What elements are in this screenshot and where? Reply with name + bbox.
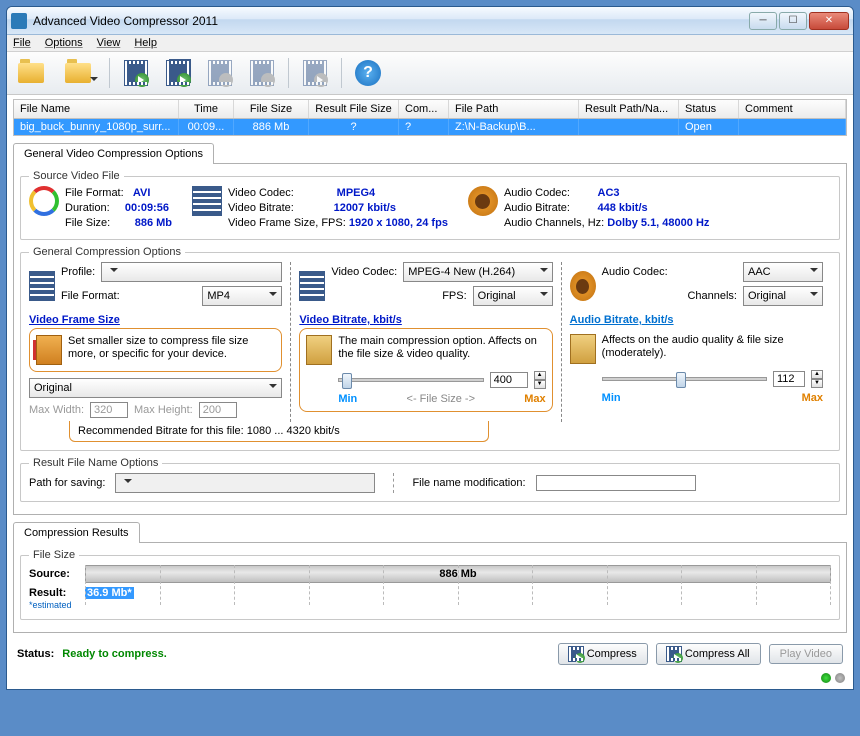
stop-button-tb[interactable] bbox=[244, 56, 280, 90]
channels-combo[interactable]: Original bbox=[743, 286, 823, 306]
audio-bitrate-input[interactable] bbox=[773, 371, 805, 387]
open-folder-button[interactable] bbox=[55, 56, 101, 90]
vbr-down[interactable]: ▼ bbox=[534, 380, 546, 389]
fps-combo[interactable]: Original bbox=[473, 286, 553, 306]
filename-mod-input[interactable] bbox=[536, 475, 696, 491]
app-icon bbox=[11, 13, 27, 29]
col-comment[interactable]: Comment bbox=[739, 100, 846, 118]
status-text: Ready to compress. bbox=[62, 648, 167, 660]
menu-file[interactable]: File bbox=[13, 37, 31, 49]
compress-all-button-tb[interactable] bbox=[160, 56, 196, 90]
col-time[interactable]: Time bbox=[179, 100, 234, 118]
video-bitrate-slider[interactable] bbox=[338, 378, 483, 382]
compress-icon bbox=[306, 335, 332, 365]
pause-button-tb[interactable] bbox=[202, 56, 238, 90]
open-file-button[interactable] bbox=[13, 56, 49, 90]
resize-icon bbox=[36, 335, 62, 365]
abr-down[interactable]: ▼ bbox=[811, 379, 823, 388]
window-title: Advanced Video Compressor 2011 bbox=[33, 14, 749, 28]
filmstrip-icon bbox=[299, 271, 325, 301]
speaker-icon bbox=[468, 186, 498, 216]
menubar: File Options View Help bbox=[7, 35, 853, 52]
audio-bitrate-slider[interactable] bbox=[602, 377, 767, 381]
maximize-button[interactable]: ☐ bbox=[779, 12, 807, 30]
col-resultpath[interactable]: Result Path/Na... bbox=[579, 100, 679, 118]
result-filename-fieldset: Result File Name Options Path for saving… bbox=[20, 457, 840, 502]
video-codec-combo[interactable]: MPEG-4 New (H.264) bbox=[403, 262, 552, 282]
filmstrip-icon bbox=[192, 186, 222, 216]
filesize-fieldset: File Size Source: 886 Mb Result: *estima… bbox=[20, 549, 840, 620]
speaker-icon bbox=[570, 271, 596, 301]
tab-general-options[interactable]: General Video Compression Options bbox=[13, 143, 214, 164]
col-filename[interactable]: File Name bbox=[14, 100, 179, 118]
source-size-bar: 886 Mb bbox=[85, 565, 831, 583]
filmstrip-icon bbox=[29, 271, 55, 301]
vbr-up[interactable]: ▲ bbox=[534, 371, 546, 380]
audio-compress-icon bbox=[570, 334, 596, 364]
frame-size-combo[interactable]: Original bbox=[29, 378, 282, 398]
max-height-input[interactable] bbox=[199, 402, 237, 418]
col-resultsize[interactable]: Result File Size bbox=[309, 100, 399, 118]
tab-compression-results[interactable]: Compression Results bbox=[13, 522, 140, 543]
grid-row[interactable]: big_buck_bunny_1080p_surr... 00:09... 88… bbox=[14, 119, 846, 135]
toolbar: ? bbox=[7, 52, 853, 95]
video-bitrate-input[interactable] bbox=[490, 372, 528, 388]
format-combo[interactable]: MP4 bbox=[202, 286, 282, 306]
compression-options-fieldset: General Compression Options Profile: Fil… bbox=[20, 246, 840, 451]
play-video-button-tb[interactable] bbox=[297, 56, 333, 90]
recommended-bitrate: Recommended Bitrate for this file: 1080 … bbox=[69, 421, 489, 442]
col-filepath[interactable]: File Path bbox=[449, 100, 579, 118]
led-gray-icon bbox=[835, 673, 845, 683]
abr-up[interactable]: ▲ bbox=[811, 370, 823, 379]
max-width-input[interactable] bbox=[90, 402, 128, 418]
led-green-icon bbox=[821, 673, 831, 683]
audio-codec-combo[interactable]: AAC bbox=[743, 262, 823, 282]
minimize-button[interactable]: ─ bbox=[749, 12, 777, 30]
status-label: Status: bbox=[17, 648, 54, 660]
compress-button[interactable]: Compress bbox=[558, 643, 648, 665]
menu-view[interactable]: View bbox=[97, 37, 121, 49]
profile-combo[interactable] bbox=[101, 262, 282, 282]
media-ring-icon bbox=[29, 186, 59, 216]
col-filesize[interactable]: File Size bbox=[234, 100, 309, 118]
col-status[interactable]: Status bbox=[679, 100, 739, 118]
help-button-tb[interactable]: ? bbox=[350, 56, 386, 90]
frame-size-box: Set smaller size to compress file size m… bbox=[29, 328, 282, 372]
file-grid: File Name Time File Size Result File Siz… bbox=[13, 99, 847, 136]
compress-all-button[interactable]: Compress All bbox=[656, 643, 761, 665]
save-path-combo[interactable] bbox=[115, 473, 375, 493]
col-com[interactable]: Com... bbox=[399, 100, 449, 118]
menu-help[interactable]: Help bbox=[134, 37, 157, 49]
play-video-button[interactable]: Play Video bbox=[769, 644, 843, 664]
source-video-fieldset: Source Video File File Format: AVI Durat… bbox=[20, 170, 840, 240]
result-size-value: 36.9 Mb* bbox=[85, 587, 134, 599]
video-bitrate-box: The main compression option. Affects on … bbox=[299, 328, 552, 412]
titlebar: Advanced Video Compressor 2011 ─ ☐ ✕ bbox=[7, 7, 853, 35]
compress-button-tb[interactable] bbox=[118, 56, 154, 90]
menu-options[interactable]: Options bbox=[45, 37, 83, 49]
close-button[interactable]: ✕ bbox=[809, 12, 849, 30]
